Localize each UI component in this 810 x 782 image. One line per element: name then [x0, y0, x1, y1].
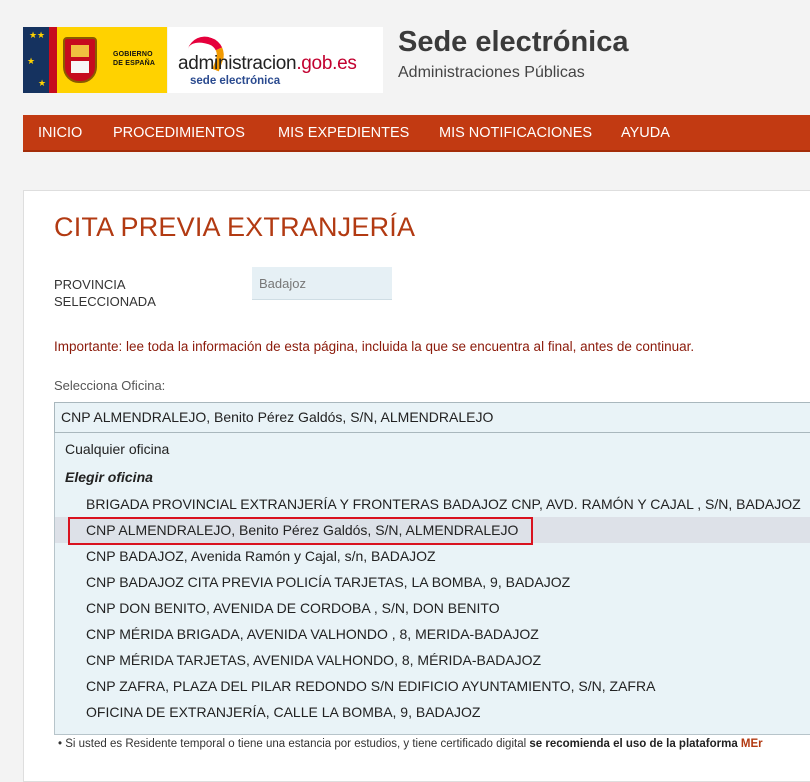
- province-label: PROVINCIA SELECCIONADA: [54, 277, 156, 309]
- star-icon: ★: [37, 30, 46, 40]
- main-nav: INICIO PROCEDIMIENTOS MIS EXPEDIENTES MI…: [23, 115, 810, 152]
- star-icon: ★: [38, 78, 47, 88]
- bullet: •: [58, 738, 63, 750]
- nav-mis-expedientes[interactable]: MIS EXPEDIENTES: [278, 115, 409, 152]
- office-option[interactable]: CNP BADAJOZ, Avenida Ramón y Cajal, s/n,…: [55, 543, 810, 569]
- eu-flag-icon: ★ ★ ★ ★: [23, 27, 49, 93]
- star-icon: ★: [29, 30, 38, 40]
- site-header: ★ ★ ★ ★ GOBIERNO DE ESPAÑA administracio…: [0, 0, 810, 112]
- office-option[interactable]: CNP DON BENITO, AVENIDA DE CORDOBA , S/N…: [55, 595, 810, 621]
- important-notice: Importante: lee toda la información de e…: [54, 339, 695, 354]
- footnote-bold: se recomienda el uso de la plataforma: [529, 738, 738, 750]
- office-option[interactable]: BRIGADA PROVINCIAL EXTRANJERÍA Y FRONTER…: [55, 491, 810, 517]
- nav-inicio[interactable]: INICIO: [38, 115, 82, 152]
- option-group-label: Elegir oficina: [65, 469, 153, 485]
- office-select[interactable]: CNP ALMENDRALEJO, Benito Pérez Galdós, S…: [54, 402, 810, 433]
- nav-procedimientos[interactable]: PROCEDIMIENTOS: [113, 115, 245, 152]
- office-option[interactable]: CNP MÉRIDA BRIGADA, AVENIDA VALHONDO , 8…: [55, 621, 810, 647]
- office-option[interactable]: CNP ZAFRA, PLAZA DEL PILAR REDONDO S/N E…: [55, 673, 810, 699]
- site-title: Sede electrónica: [398, 26, 629, 58]
- option-any-office[interactable]: Cualquier oficina: [65, 441, 169, 457]
- province-value: Badajoz: [252, 267, 392, 300]
- footnote-link[interactable]: MEr: [741, 738, 763, 750]
- footnote-text: Si usted es Residente temporal o tiene u…: [65, 738, 527, 750]
- nav-ayuda[interactable]: AYUDA: [621, 115, 670, 152]
- office-option[interactable]: CNP MÉRIDA TARJETAS, AVENIDA VALHONDO, 8…: [55, 647, 810, 673]
- office-option[interactable]: OFICINA DE EXTRANJERÍA, CALLE LA BOMBA, …: [55, 699, 810, 725]
- office-option[interactable]: CNP BADAJOZ CITA PREVIA POLICÍA TARJETAS…: [55, 569, 810, 595]
- office-dropdown-list: Cualquier oficina Elegir oficina BRIGADA…: [54, 433, 810, 735]
- annotation-highlight-box: [68, 517, 533, 545]
- footnote: • Si usted es Residente temporal o tiene…: [58, 738, 763, 750]
- admin-logo-subtitle: sede electrónica: [190, 75, 281, 87]
- admin-logo-name: administracion.gob.es: [178, 53, 357, 74]
- office-select-label: Selecciona Oficina:: [54, 378, 166, 393]
- site-subtitle: Administraciones Públicas: [398, 64, 585, 81]
- star-icon: ★: [27, 56, 36, 66]
- coat-of-arms-icon: [63, 37, 97, 83]
- flag-stripe: [49, 27, 57, 93]
- gobierno-de-espana-logo[interactable]: ★ ★ ★ ★ GOBIERNO DE ESPAÑA: [23, 27, 167, 93]
- gov-logo-text: GOBIERNO DE ESPAÑA: [113, 51, 156, 67]
- nav-mis-notificaciones[interactable]: MIS NOTIFICACIONES: [439, 115, 592, 152]
- page-title: CITA PREVIA EXTRANJERÍA: [54, 212, 416, 242]
- administracion-logo[interactable]: administracion.gob.es sede electrónica: [168, 27, 383, 93]
